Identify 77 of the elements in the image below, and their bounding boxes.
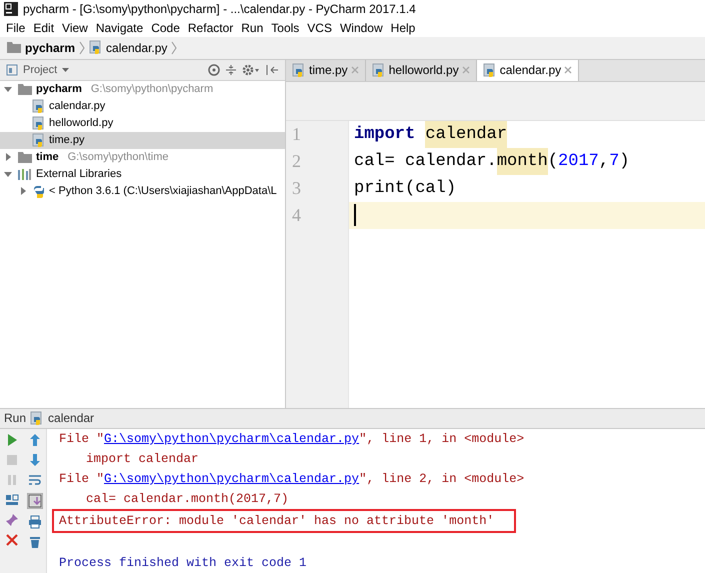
editor-tab[interactable]: calendar.py [476, 60, 580, 81]
python-file-icon [482, 62, 497, 78]
hide-panel-icon[interactable] [265, 64, 279, 76]
library-icon [17, 168, 33, 181]
console-line: File "G:\somy\python\pycharm\calendar.py", line 1, in <module> [59, 430, 524, 448]
menu-item[interactable]: Code [147, 20, 184, 35]
dropdown-arrow-icon[interactable] [62, 66, 70, 73]
breadcrumb-item[interactable]: calendar.py [106, 40, 168, 55]
console-line: import calendar [85, 450, 199, 468]
folder-path: G:\somy\python\time [68, 151, 168, 164]
menu-item[interactable]: View [58, 20, 92, 35]
python-file-icon [30, 410, 44, 426]
code-line: cal= calendar.month(2017,7) [348, 148, 630, 175]
trash-icon[interactable] [28, 534, 42, 549]
target-icon[interactable] [208, 64, 220, 76]
panel-title: Project [23, 64, 58, 76]
file-link[interactable]: G:\somy\python\pycharm\calendar.py [104, 472, 360, 486]
menu-item[interactable]: Help [386, 20, 420, 35]
file-link[interactable]: G:\somy\python\pycharm\calendar.py [104, 432, 360, 446]
close-icon[interactable] [564, 66, 572, 74]
menu-item[interactable]: Run [237, 20, 268, 35]
editor-tab[interactable]: time.py [286, 60, 366, 81]
collapsed-arrow-icon[interactable] [19, 186, 28, 196]
menu-item[interactable]: Refactor [184, 20, 238, 35]
wrap-icon[interactable] [28, 472, 42, 487]
panel-title: Run [4, 411, 26, 426]
scroll-to-end-icon[interactable] [28, 494, 42, 508]
console-line: Process finished with exit code 1 [59, 554, 307, 572]
menu-item[interactable]: VCS [303, 20, 336, 35]
chevron-icon [171, 40, 178, 55]
tree-item-label[interactable]: < Python 3.6.1 (C:\Users\xiajiashan\AppData\L [49, 185, 277, 198]
line-number: 3 [291, 178, 302, 199]
editor-tab[interactable]: helloworld.py [366, 60, 477, 81]
folder-icon [6, 41, 22, 54]
console-line: File "G:\somy\python\pycharm\calendar.py", line 2, in <module> [59, 470, 524, 488]
collapse-icon[interactable] [225, 64, 237, 76]
menu-item[interactable]: File [2, 20, 30, 35]
line-number: 1 [291, 124, 302, 145]
tree-item-label[interactable]: pycharm [36, 83, 82, 96]
tree-row[interactable]: helloworld.py [0, 114, 285, 132]
close-icon[interactable] [4, 532, 18, 547]
python-file-icon [32, 116, 46, 131]
print-icon[interactable] [28, 514, 42, 529]
menu-item[interactable]: Tools [267, 20, 304, 35]
line-number: 4 [291, 204, 302, 226]
expanded-arrow-icon[interactable] [4, 170, 13, 179]
down-arrow-icon[interactable] [28, 452, 42, 467]
menu-item[interactable]: Window [336, 20, 387, 35]
settings-icon[interactable] [242, 64, 260, 76]
python-file-icon [32, 132, 46, 148]
project-icon [6, 64, 18, 76]
error-message: AttributeError: module 'calendar' has no attribute 'month' [52, 508, 516, 533]
pin-icon[interactable] [4, 512, 18, 527]
python-file-icon [372, 62, 386, 78]
folder-path: G:\somy\python\pycharm [90, 83, 214, 96]
console-line: cal= calendar.month(2017,7) [85, 490, 289, 508]
python-file-icon [292, 62, 306, 78]
menu-item[interactable]: Edit [29, 20, 58, 35]
layout-icon[interactable] [4, 492, 18, 507]
chevron-icon [79, 40, 86, 55]
tree-item-label[interactable]: time [36, 151, 59, 164]
python-file-icon [32, 98, 46, 114]
window-title: pycharm - [G:\somy\python\pycharm] - ...\calendar.py - PyCharm 2017.1.4 [23, 2, 416, 16]
collapsed-arrow-icon[interactable] [4, 152, 13, 162]
breadcrumb-item[interactable]: pycharm [25, 40, 76, 55]
tree-row[interactable]: calendar.py [0, 98, 285, 115]
code-line: print(cal) [353, 178, 456, 200]
expanded-arrow-icon[interactable] [4, 84, 13, 94]
line-number: 2 [291, 150, 302, 172]
tree-row[interactable]: time.py [0, 132, 285, 149]
python-file-icon [89, 40, 104, 56]
run-config-name: calendar [48, 411, 94, 426]
text-cursor [354, 204, 356, 226]
up-arrow-icon[interactable] [28, 432, 42, 447]
menu-item[interactable]: Navigate [92, 20, 148, 35]
tree-item-label[interactable]: External Libraries [36, 168, 122, 180]
python-icon [32, 184, 46, 198]
